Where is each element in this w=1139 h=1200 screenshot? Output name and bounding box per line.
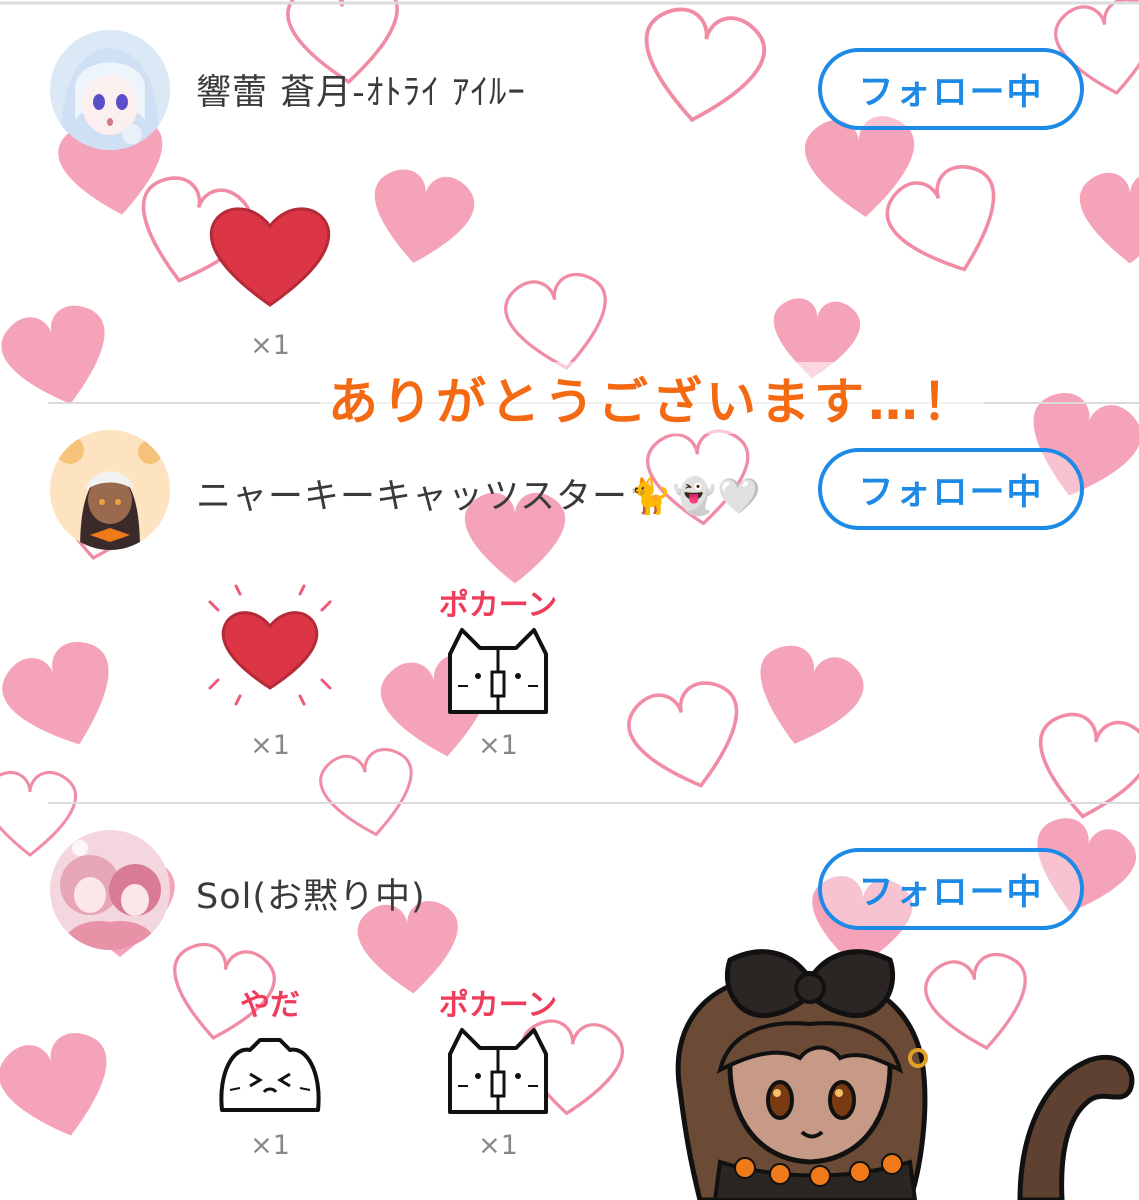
- cat-bonk-icon: [448, 628, 548, 714]
- overlay-thanks-text: ありがとうございます…！: [320, 362, 984, 434]
- reaction-cat-upset-3[interactable]: やだ ×1: [200, 980, 340, 1180]
- cat-bonk-icon: [448, 1028, 548, 1114]
- user-row-1: 響蕾 蒼月-ｵﾄﾗｲ ｱｲﾙｰ フォロー中 ×1: [0, 0, 1139, 400]
- sparkle-heart-icon: [208, 584, 332, 706]
- cat-upset-icon: [219, 1038, 321, 1112]
- reaction-count: ×1: [478, 1130, 518, 1161]
- reaction-count: ×1: [250, 330, 290, 361]
- username-2[interactable]: ニャーキーキャッツスター🐈👻🤍: [196, 468, 762, 519]
- username-1[interactable]: 響蕾 蒼月-ｵﾄﾗｲ ｱｲﾙｰ: [196, 64, 526, 115]
- follow-button-3[interactable]: フォロー中: [818, 848, 1084, 930]
- reaction-label: ポカーン: [438, 588, 558, 623]
- user-avatar-2[interactable]: [50, 430, 170, 550]
- user-avatar-3[interactable]: [50, 830, 170, 950]
- user-avatar-1[interactable]: [50, 30, 170, 150]
- heart-icon: [209, 207, 331, 307]
- username-3[interactable]: Sol(お黙り中): [196, 868, 426, 919]
- user-row-2: ニャーキーキャッツスター🐈👻🤍 フォロー中 ×1 ポカーン ×1: [0, 400, 1139, 800]
- reaction-cat-bonk-3[interactable]: ポカーン ×1: [428, 980, 568, 1180]
- reaction-count: ×1: [250, 730, 290, 761]
- reaction-cat-bonk-2[interactable]: ポカーン ×1: [428, 580, 568, 780]
- reaction-sparkle-heart-2[interactable]: ×1: [200, 580, 340, 780]
- chibi-cat-girl-illustration: [675, 949, 1135, 1200]
- reaction-heart-1[interactable]: ×1: [200, 180, 340, 380]
- reaction-label: やだ: [240, 988, 300, 1023]
- reaction-count: ×1: [478, 730, 518, 761]
- follow-button-1[interactable]: フォロー中: [818, 48, 1084, 130]
- follow-button-2[interactable]: フォロー中: [818, 448, 1084, 530]
- reaction-count: ×1: [250, 1130, 290, 1161]
- reaction-label: ポカーン: [438, 988, 558, 1023]
